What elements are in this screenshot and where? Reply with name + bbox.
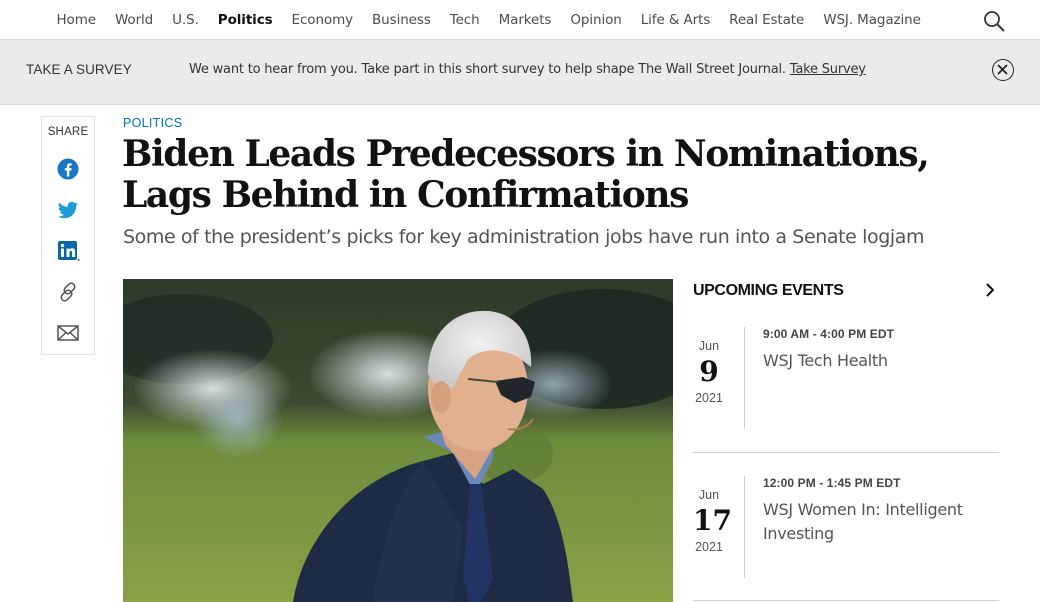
event-name[interactable]: WSJ Women In: Intelligent Investing [763, 498, 999, 546]
hero-photo [123, 279, 673, 602]
nav-item-politics[interactable]: Politics [208, 12, 282, 28]
event-day: 17 [693, 504, 732, 537]
facebook-icon[interactable] [56, 157, 80, 181]
share-label: SHARE [47, 126, 89, 138]
event-date: Jun 9 2021 [693, 339, 725, 405]
article-headline: Biden Leads Predecessors in Nominations,… [122, 133, 930, 216]
event-time: 9:00 AM - 4:00 PM EDT [763, 327, 895, 341]
nav-item-opinion[interactable]: Opinion [561, 12, 631, 28]
nav-item-life-arts[interactable]: Life & Arts [631, 12, 719, 28]
article-dek: Some of the president’s picks for key ad… [123, 226, 925, 248]
event-date: Jun 17 2021 [693, 488, 732, 554]
survey-label: TAKE A SURVEY [26, 62, 132, 77]
event-month: Jun [698, 339, 720, 353]
close-icon[interactable] [992, 59, 1014, 81]
search-icon[interactable] [982, 9, 1006, 33]
survey-message-text: We want to hear from you. Take part in t… [189, 62, 786, 77]
event-time: 12:00 PM - 1:45 PM EDT [763, 476, 901, 490]
top-navigation: Home World U.S. Politics Economy Busines… [0, 0, 1040, 40]
event-separator [693, 600, 999, 601]
event-divider [744, 476, 745, 578]
share-rail: SHARE [41, 116, 95, 355]
linkedin-icon[interactable] [56, 239, 80, 263]
twitter-icon[interactable] [56, 198, 80, 222]
nav-item-home[interactable]: Home [47, 12, 105, 28]
email-icon[interactable] [56, 321, 80, 345]
nav-item-economy[interactable]: Economy [282, 12, 362, 28]
event-divider [744, 327, 745, 429]
event-item[interactable]: Jun 17 2021 12:00 PM - 1:45 PM EDT WSJ W… [693, 476, 999, 578]
event-name[interactable]: WSJ Tech Health [763, 349, 999, 373]
section-label[interactable]: POLITICS [123, 116, 182, 130]
nav-item-business[interactable]: Business [363, 12, 441, 28]
event-month: Jun [698, 488, 720, 502]
events-title: UPCOMING EVENTS [693, 282, 844, 299]
event-separator [693, 452, 999, 453]
link-icon[interactable] [56, 280, 80, 304]
nav-item-us[interactable]: U.S. [163, 12, 209, 28]
take-survey-link[interactable]: Take Survey [790, 62, 866, 77]
survey-banner: TAKE A SURVEY We want to hear from you. … [0, 40, 1040, 105]
nav-item-real-estate[interactable]: Real Estate [720, 12, 814, 28]
nav-item-markets[interactable]: Markets [489, 12, 561, 28]
chevron-right-icon[interactable] [982, 281, 998, 299]
event-day: 9 [699, 355, 719, 388]
event-year: 2021 [695, 540, 723, 554]
event-year: 2021 [695, 391, 723, 405]
nav-item-tech[interactable]: Tech [440, 12, 489, 28]
event-item[interactable]: Jun 9 2021 9:00 AM - 4:00 PM EDT WSJ Tec… [693, 327, 999, 429]
section-nav: Home World U.S. Politics Economy Busines… [47, 0, 930, 40]
nav-item-wsj-magazine[interactable]: WSJ. Magazine [814, 12, 931, 28]
nav-item-world[interactable]: World [105, 12, 162, 28]
survey-message: We want to hear from you. Take part in t… [189, 62, 866, 77]
